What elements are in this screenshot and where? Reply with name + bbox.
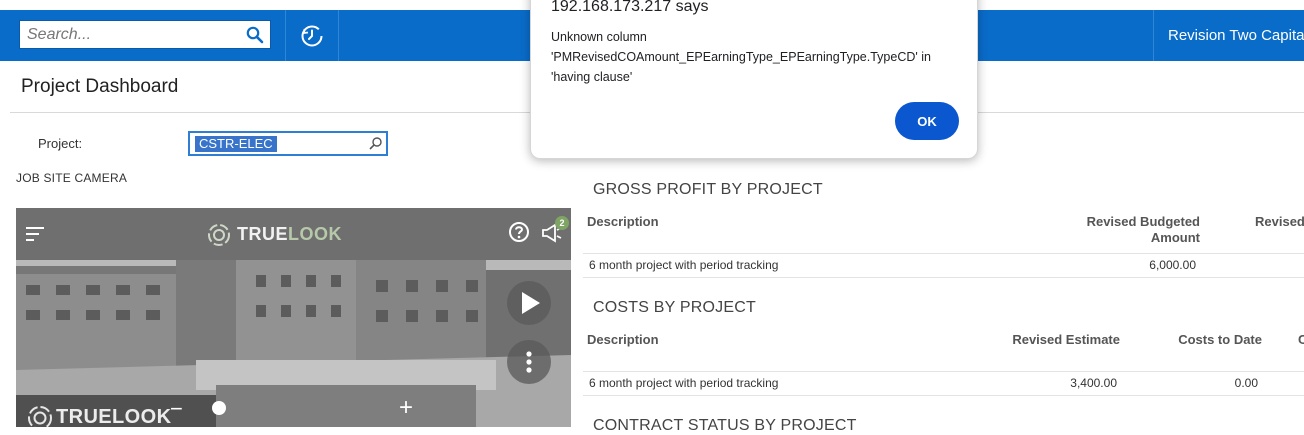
search-icon[interactable] bbox=[246, 26, 264, 44]
gross-profit-header-revised[interactable]: Revised bbox=[1255, 214, 1304, 229]
truelook-logo-icon bbox=[208, 224, 230, 246]
alert-host: 192.168.173.217 says bbox=[551, 0, 709, 15]
zoom-in-button[interactable]: + bbox=[399, 394, 413, 422]
company-selector[interactable]: Revision Two Capital bbox=[1154, 10, 1304, 61]
zoom-out-button[interactable]: − bbox=[170, 396, 183, 422]
notification-badge: 2 bbox=[555, 216, 569, 230]
logo-text-look: LOOK bbox=[288, 224, 342, 244]
costs-row-revised-estimate: 3,400.00 bbox=[1070, 376, 1117, 390]
gross-profit-header-revised-budgeted[interactable]: Revised Budgeted Amount bbox=[1060, 214, 1200, 246]
gross-profit-row-amount: 6,000.00 bbox=[1149, 258, 1196, 272]
camera-feed-image bbox=[16, 260, 571, 427]
more-vertical-icon bbox=[526, 351, 532, 373]
costs-header-costs-to-date[interactable]: Costs to Date bbox=[1150, 332, 1262, 347]
gross-profit-row-description: 6 month project with period tracking bbox=[589, 258, 779, 272]
browser-alert-dialog: 192.168.173.217 says Unknown column 'PMR… bbox=[530, 0, 978, 159]
global-search-input[interactable] bbox=[20, 21, 247, 48]
gross-profit-header-description[interactable]: Description bbox=[587, 214, 659, 229]
history-icon bbox=[301, 25, 323, 46]
watermark-text-prefix: TRUELO bbox=[56, 406, 141, 427]
project-label: Project: bbox=[38, 136, 83, 151]
costs-header-truncated[interactable]: C bbox=[1298, 332, 1304, 347]
ok-button[interactable]: OK bbox=[895, 102, 959, 140]
camera-widget-title: JOB SITE CAMERA bbox=[16, 171, 128, 185]
play-button[interactable] bbox=[507, 281, 551, 325]
contract-status-title: CONTRACT STATUS BY PROJECT bbox=[593, 417, 857, 434]
gross-profit-title: GROSS PROFIT BY PROJECT bbox=[593, 181, 823, 198]
watermark-logo-icon bbox=[28, 406, 52, 427]
more-options-button[interactable] bbox=[507, 340, 551, 384]
job-site-camera[interactable]: TRUELOOK 2 TRUELOOK − + bbox=[16, 208, 571, 427]
costs-header-description[interactable]: Description bbox=[587, 332, 659, 347]
recent-history-button[interactable] bbox=[286, 10, 338, 61]
costs-row-description: 6 month project with period tracking bbox=[589, 376, 779, 390]
play-icon bbox=[522, 292, 540, 314]
help-icon[interactable] bbox=[508, 221, 530, 243]
watermark-text-suffix: OK bbox=[140, 406, 172, 427]
project-value[interactable]: CSTR-ELEC bbox=[195, 136, 277, 152]
page-title: Project Dashboard bbox=[21, 76, 179, 97]
truelook-logo: TRUELOOK bbox=[237, 224, 342, 245]
costs-header-revised-estimate[interactable]: Revised Estimate bbox=[990, 332, 1120, 347]
zoom-slider-handle[interactable] bbox=[212, 401, 226, 415]
alert-message: Unknown column 'PMRevisedCOAmount_EPEarn… bbox=[551, 30, 931, 84]
logo-text-true: TRUE bbox=[237, 224, 288, 244]
watermark-logo: TRUELOOK bbox=[56, 406, 171, 427]
menu-icon[interactable] bbox=[24, 224, 46, 244]
costs-title: COSTS BY PROJECT bbox=[593, 299, 756, 316]
project-selector-field[interactable]: CSTR-ELEC bbox=[188, 131, 388, 156]
costs-row-costs-to-date: 0.00 bbox=[1234, 376, 1258, 390]
global-search-box[interactable] bbox=[19, 20, 271, 49]
lookup-icon[interactable] bbox=[368, 136, 383, 151]
topbar-divider bbox=[338, 10, 339, 61]
